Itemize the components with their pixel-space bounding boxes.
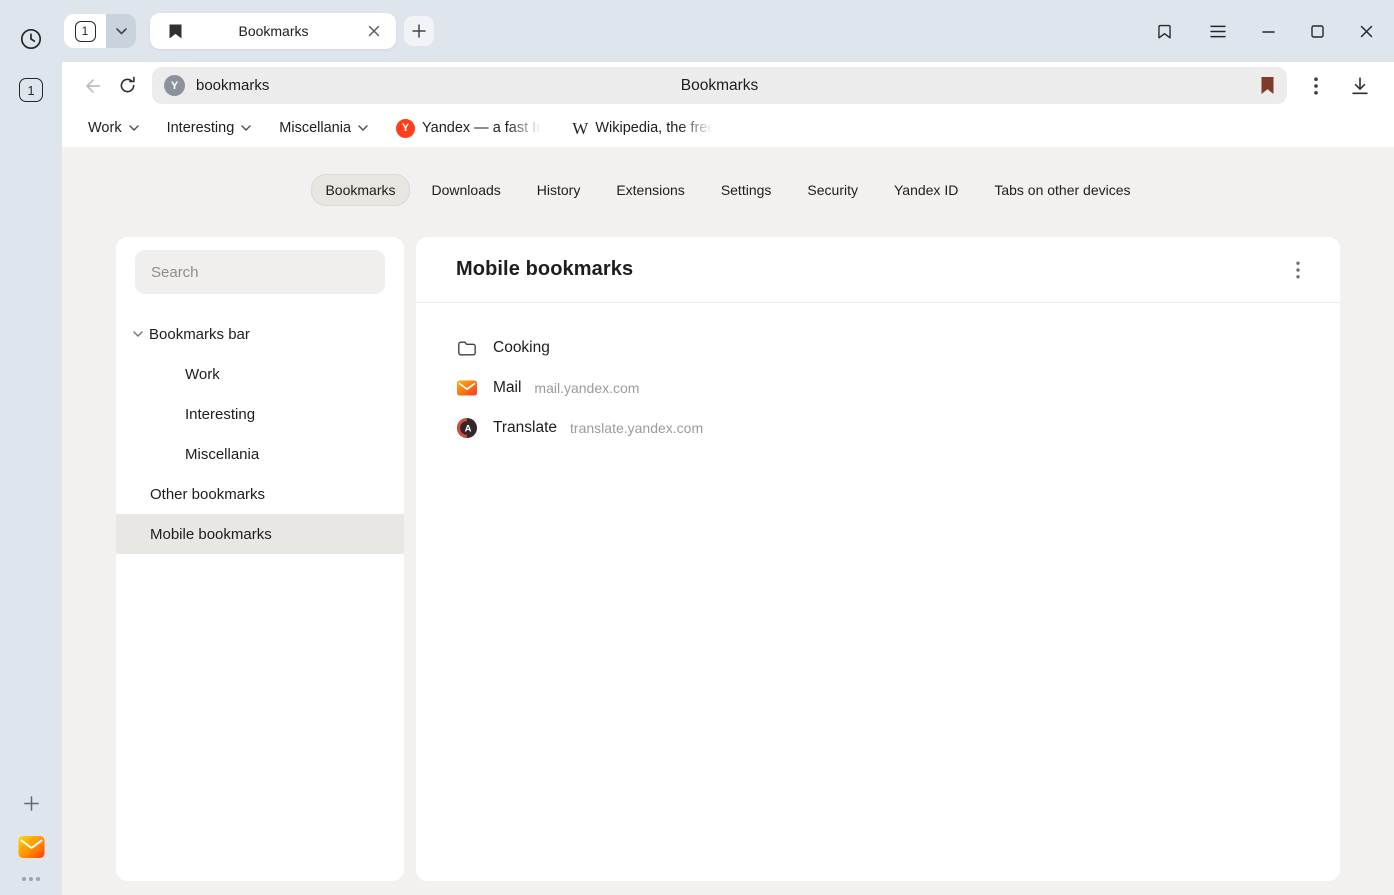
tab-other-devices[interactable]: Tabs on other devices	[980, 174, 1144, 206]
toolbar: Y bookmarks Bookmarks	[62, 62, 1394, 109]
list-header: Mobile bookmarks	[416, 237, 1340, 303]
history-clock-icon[interactable]	[19, 27, 43, 51]
folders-panel: Bookmarks bar Work Interesting Miscellan…	[116, 237, 404, 881]
tree-item-miscellania[interactable]: Miscellania	[116, 434, 404, 474]
tree-item-interesting[interactable]: Interesting	[116, 394, 404, 434]
left-sidebar: 1	[0, 0, 62, 895]
bookmark-name: Cooking	[493, 339, 550, 357]
list-item-mail[interactable]: Mail mail.yandex.com	[416, 368, 1340, 408]
browser-menu-icon[interactable]	[1299, 69, 1333, 103]
tab-list-dropdown[interactable]	[106, 14, 136, 48]
bookmark-url: mail.yandex.com	[534, 380, 639, 396]
tab-title: Bookmarks	[183, 23, 364, 39]
bookmarks-bar: Work Interesting Miscellania Y Yandex — …	[62, 109, 1394, 147]
close-icon[interactable]	[1360, 25, 1373, 38]
tree-item-bookmarks-bar[interactable]: Bookmarks bar	[116, 314, 404, 354]
bookmarks-list: Cooking Mail mail.yandex.com	[416, 303, 1340, 448]
tab-bookmarks-page[interactable]: Bookmarks	[311, 174, 409, 206]
folder-icon	[456, 340, 478, 357]
new-tab-button[interactable]	[404, 16, 434, 46]
tab-counter-button[interactable]: 1	[64, 14, 106, 48]
tab-close-icon[interactable]	[364, 21, 384, 41]
maximize-icon[interactable]	[1311, 25, 1324, 38]
list-title: Mobile bookmarks	[456, 258, 633, 281]
tab-downloads[interactable]: Downloads	[418, 174, 515, 206]
rail-more-icon[interactable]	[22, 877, 40, 881]
back-button[interactable]	[76, 69, 110, 103]
folder-label: Interesting	[167, 120, 235, 136]
site-favicon: Y	[164, 75, 185, 96]
bookmark-icon	[168, 23, 183, 40]
bookmark-name: Mail	[493, 379, 521, 397]
toolbar-right	[1299, 69, 1377, 103]
bookmarks-bar-link-wikipedia[interactable]: W Wikipedia, the free	[572, 120, 715, 137]
bookmarks-list-panel: Mobile bookmarks Cooking	[416, 237, 1340, 881]
bookmark-name: Translate	[493, 419, 557, 437]
address-bar[interactable]: Y bookmarks Bookmarks	[152, 67, 1287, 104]
list-item-translate[interactable]: A Translate translate.yandex.com	[416, 408, 1340, 448]
address-text[interactable]: bookmarks	[196, 77, 269, 94]
rail-add-icon[interactable]	[22, 794, 41, 813]
chevron-down-icon	[129, 125, 139, 131]
bookmark-label: Yandex — a fast In	[422, 120, 544, 136]
list-menu-icon[interactable]	[1284, 256, 1312, 284]
bookmark-flag-icon[interactable]	[1260, 76, 1275, 95]
side-panel-icon[interactable]	[1155, 22, 1174, 41]
bookmarks-bar-folder-interesting[interactable]: Interesting	[167, 120, 252, 136]
wikipedia-favicon: W	[572, 120, 588, 137]
tab-extensions[interactable]: Extensions	[602, 174, 698, 206]
reload-button[interactable]	[110, 69, 144, 103]
bookmarks-bar-folder-miscellania[interactable]: Miscellania	[279, 120, 368, 136]
tree-item-work[interactable]: Work	[116, 354, 404, 394]
tree-item-mobile-bookmarks[interactable]: Mobile bookmarks	[116, 514, 404, 554]
folder-tree: Bookmarks bar Work Interesting Miscellan…	[116, 306, 404, 554]
minimize-icon[interactable]	[1262, 25, 1275, 38]
yandex-mail-app-icon[interactable]	[18, 835, 45, 859]
plus-icon	[412, 24, 426, 38]
bookmark-label: Wikipedia, the free	[595, 120, 715, 136]
folder-label: Work	[88, 120, 122, 136]
downloads-icon[interactable]	[1343, 69, 1377, 103]
reload-icon	[117, 75, 138, 96]
tab-security[interactable]: Security	[793, 174, 872, 206]
chevron-down-icon	[133, 331, 143, 337]
tree-item-other-bookmarks[interactable]: Other bookmarks	[116, 474, 404, 514]
chevron-down-icon	[116, 28, 127, 35]
bookmarks-bar-link-yandex[interactable]: Y Yandex — a fast In	[396, 119, 544, 138]
page-nav: Bookmarks Downloads History Extensions S…	[62, 147, 1394, 206]
tab-counter-value: 1	[75, 21, 96, 42]
tree-item-label: Interesting	[185, 406, 255, 423]
window-controls	[1155, 22, 1394, 41]
svg-text:A: A	[465, 424, 472, 435]
tree-item-label: Other bookmarks	[150, 486, 265, 503]
search-box[interactable]	[135, 250, 385, 294]
tree-item-label: Miscellania	[185, 446, 259, 463]
chevron-down-icon	[358, 125, 368, 131]
yandex-favicon: Y	[396, 119, 415, 138]
tab-settings[interactable]: Settings	[707, 174, 786, 206]
tree-item-label: Mobile bookmarks	[150, 526, 272, 543]
bookmark-url: translate.yandex.com	[570, 420, 703, 436]
tree-item-label: Bookmarks bar	[149, 326, 250, 343]
tab-yandex-id[interactable]: Yandex ID	[880, 174, 972, 206]
translate-favicon: A	[456, 418, 478, 438]
browser-chrome: Y bookmarks Bookmarks Work Interesting M	[62, 62, 1394, 895]
mail-favicon	[456, 380, 478, 396]
tab-strip: 1 Bookmarks	[62, 0, 1394, 62]
tab-history[interactable]: History	[523, 174, 595, 206]
bookmarks-bar-folder-work[interactable]: Work	[88, 120, 139, 136]
tree-item-label: Work	[185, 366, 220, 383]
page-title-centered: Bookmarks	[152, 77, 1287, 95]
menu-icon[interactable]	[1210, 25, 1226, 38]
search-input[interactable]	[135, 264, 385, 281]
back-arrow-icon	[82, 75, 104, 97]
chevron-down-icon	[241, 125, 251, 131]
list-item-cooking[interactable]: Cooking	[416, 328, 1340, 368]
bookmarks-page: Bookmarks Downloads History Extensions S…	[62, 147, 1394, 895]
rail-tab-count-badge[interactable]: 1	[19, 78, 43, 102]
tab-bookmarks[interactable]: Bookmarks	[150, 13, 396, 49]
folder-label: Miscellania	[279, 120, 351, 136]
